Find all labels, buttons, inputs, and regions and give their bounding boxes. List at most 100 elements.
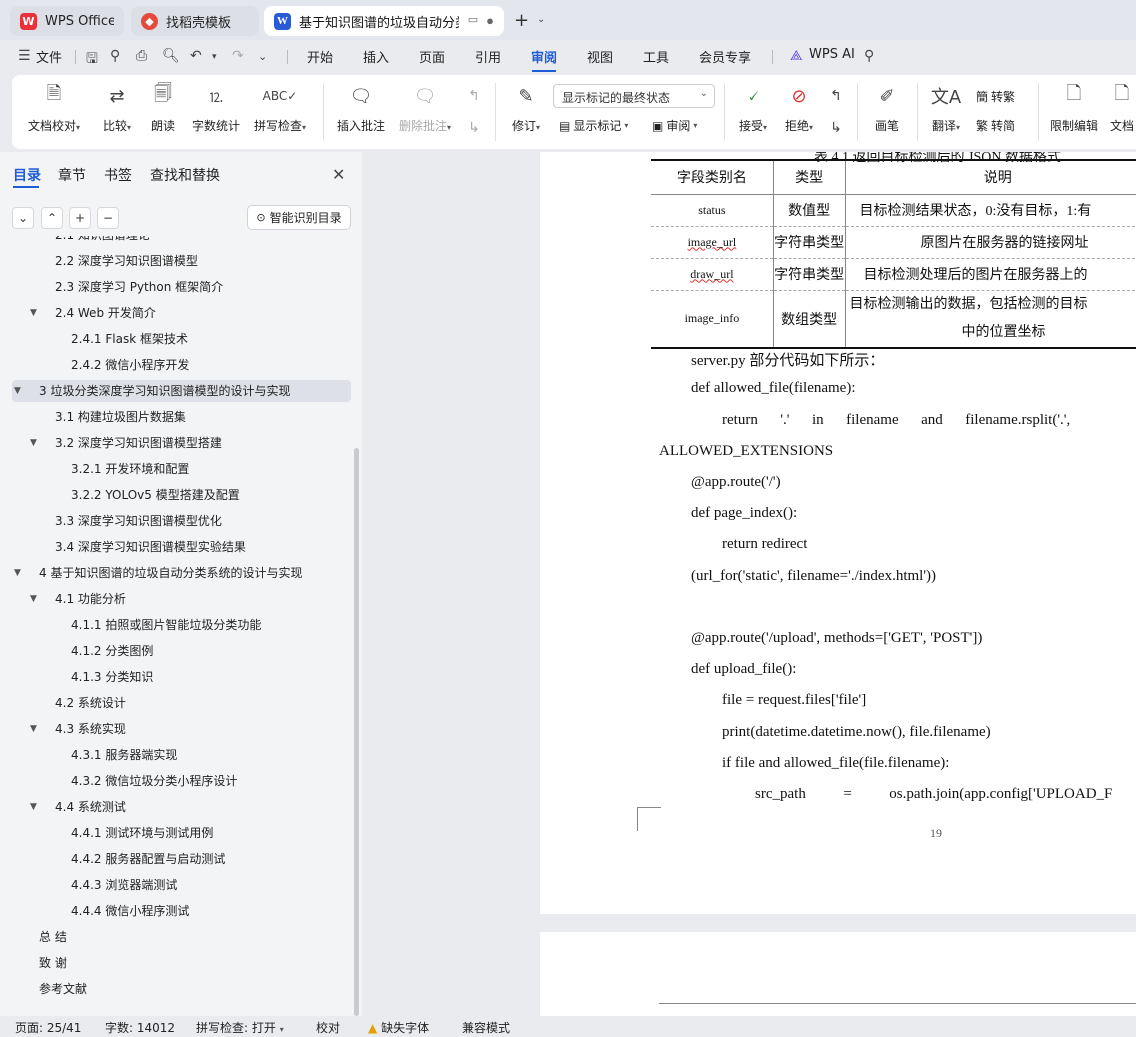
document-area[interactable]: 表 4.1 返回目标检测后的 JSON 数据格式 字段类别名 类型 说明 sta… — [362, 152, 1136, 1016]
remove-heading-icon[interactable]: − — [97, 207, 119, 229]
to-traditional-button[interactable]: 簡 转繁 — [976, 88, 1015, 105]
accept-button[interactable]: 🗸 接受▾ — [734, 83, 772, 134]
toc-item[interactable]: 2.2 深度学习知识图谱模型 — [12, 250, 351, 272]
page-indicator[interactable]: 页面: 25/41 — [15, 1019, 81, 1036]
expand-arrow-icon[interactable]: ▼ — [30, 796, 37, 818]
missing-font-status[interactable]: ▲ 缺失字体 — [368, 1019, 429, 1036]
toc-item[interactable]: 3.2.2 YOLOv5 模型搭建及配置 — [12, 484, 351, 506]
tab-wps-office[interactable]: W WPS Office — [10, 6, 124, 36]
more-chevron-icon[interactable]: ⌄ — [258, 50, 267, 63]
compare-button[interactable]: ⇄ 比较▾ — [96, 83, 138, 134]
toc-item[interactable]: 3.3 深度学习知识图谱模型优化 — [12, 510, 351, 532]
toc-item[interactable]: 致 谢 — [12, 952, 351, 974]
toc-item[interactable]: 4.1.2 分类图例 — [12, 640, 351, 662]
toc-item[interactable]: 4.4.1 测试环境与测试用例 — [12, 822, 351, 844]
nav-tab-sections[interactable]: 章节 — [58, 165, 86, 185]
tab-template[interactable]: ◆ 找稻壳模板 — [131, 6, 259, 36]
toc-item[interactable]: 4.2 系统设计 — [12, 692, 351, 714]
close-icon[interactable]: ✕ — [332, 165, 345, 184]
review-pane-button[interactable]: ▣ 审阅 ▾ — [652, 117, 697, 134]
json-format-table[interactable]: 字段类别名 类型 说明 status 数值型 目标检测结果状态，0:没有目标，1… — [651, 159, 1136, 349]
nav-tab-toc[interactable]: 目录 — [13, 165, 41, 185]
show-markup-button[interactable]: ▤ 显示标记 ▾ — [559, 117, 628, 134]
word-count-status[interactable]: 字数: 14012 — [105, 1019, 175, 1036]
new-tab-plus-icon[interactable]: + — [514, 10, 529, 31]
undo-icon[interactable]: ↶ — [190, 48, 202, 64]
prev-change-button[interactable]: ↰ — [824, 83, 848, 109]
prev-comment-button[interactable]: ↰ — [462, 83, 486, 109]
toc-item[interactable]: 3.4 深度学习知识图谱模型实验结果 — [12, 536, 351, 558]
markup-state-select[interactable]: 显示标记的最终状态 ⌄ — [553, 84, 715, 108]
delete-comment-button[interactable]: 🗨 删除批注▾ — [396, 83, 454, 134]
expand-arrow-icon[interactable]: ▼ — [30, 432, 37, 454]
smart-toc-button[interactable]: ⊙ 智能识别目录 — [247, 205, 351, 230]
add-heading-icon[interactable]: + — [69, 207, 91, 229]
toc-item[interactable]: 4.3.2 微信垃圾分类小程序设计 — [12, 770, 351, 792]
document-page-next[interactable] — [540, 932, 1136, 1016]
menu-wps-ai[interactable]: WPS AI — [809, 47, 855, 62]
toc-item[interactable]: ▼ 3 垃圾分类深度学习知识图谱模型的设计与实现 — [12, 380, 351, 402]
toc-item[interactable]: 4.4.2 服务器配置与启动测试 — [12, 848, 351, 870]
undo-dropdown-icon[interactable]: ▾ — [212, 52, 217, 62]
toc-item[interactable]: 总 结 — [12, 926, 351, 948]
tab-document[interactable]: W 基于知识图谱的垃圾自动分类 ▭ ● — [264, 6, 504, 36]
toc-item[interactable]: ▼ 3.2 深度学习知识图谱模型搭建 — [12, 432, 351, 454]
search-icon[interactable]: ⚲ — [864, 48, 874, 64]
toc-item[interactable]: 4.3.1 服务器端实现 — [12, 744, 351, 766]
word-count-button[interactable]: ⒓ 字数统计 — [190, 83, 242, 134]
menu-insert[interactable]: 插入 — [363, 47, 389, 66]
toc-item[interactable]: ▼ 4 基于知识图谱的垃圾自动分类系统的设计与实现 — [12, 562, 351, 584]
menu-page[interactable]: 页面 — [419, 47, 445, 66]
expand-up-icon[interactable]: ⌃ — [41, 207, 63, 229]
modified-dot-icon[interactable]: ● — [486, 13, 494, 29]
reject-button[interactable]: ⊘ 拒绝▾ — [780, 83, 818, 134]
toc-item[interactable]: 4.4.3 浏览器端测试 — [12, 874, 351, 896]
expand-arrow-icon[interactable]: ▼ — [14, 380, 21, 402]
toc-item[interactable]: ▼ 4.4 系统测试 — [12, 796, 351, 818]
hamburger-menu-icon[interactable]: ☰ — [18, 48, 31, 64]
tab-list-chevron-icon[interactable]: ⌄ — [537, 14, 545, 25]
next-comment-button[interactable]: ↳ — [462, 115, 486, 141]
toc-item[interactable]: 3.2.1 开发环境和配置 — [12, 458, 351, 480]
expand-arrow-icon[interactable]: ▼ — [30, 718, 37, 740]
print-icon[interactable]: ⎙ — [136, 48, 147, 64]
toc-item[interactable]: 2.1 知识图谱理论 — [12, 236, 351, 246]
menu-review[interactable]: 审阅 — [531, 47, 557, 66]
proofread-status[interactable]: 校对 — [316, 1019, 340, 1036]
document-more-button[interactable]: 🗋 文档 — [1108, 83, 1136, 134]
collapse-down-icon[interactable]: ⌄ — [12, 207, 34, 229]
spell-check-button[interactable]: ABC✓ 拼写检查▾ — [250, 83, 310, 134]
redo-icon[interactable]: ↷ — [232, 48, 244, 64]
toc-item[interactable]: ▼ 2.4 Web 开发简介 — [12, 302, 351, 324]
nav-tab-find-replace[interactable]: 查找和替换 — [150, 165, 220, 185]
read-aloud-button[interactable]: 🗐 朗读 — [148, 83, 178, 134]
toc-item[interactable]: 4.1.1 拍照或图片智能垃圾分类功能 — [12, 614, 351, 636]
save-icon[interactable]: 🖫 — [86, 48, 98, 72]
doc-proofread-button[interactable]: 🗎 文档校对▾ — [26, 83, 82, 134]
menu-tools[interactable]: 工具 — [643, 47, 669, 66]
expand-arrow-icon[interactable]: ▼ — [14, 562, 21, 584]
toc-item[interactable]: 2.4.1 Flask 框架技术 — [12, 328, 351, 350]
toc-item[interactable]: ▼ 4.1 功能分析 — [12, 588, 351, 610]
wps-ai-icon[interactable]: ⟁ — [790, 48, 803, 64]
nav-tab-bookmarks[interactable]: 书签 — [104, 165, 132, 185]
revise-button[interactable]: ✎ 修订▾ — [506, 83, 546, 134]
menu-reference[interactable]: 引用 — [475, 47, 501, 66]
menu-file[interactable]: 文件 — [36, 47, 62, 66]
toc-item[interactable]: ▼ 4.3 系统实现 — [12, 718, 351, 740]
menu-view[interactable]: 视图 — [587, 47, 613, 66]
insert-comment-button[interactable]: 🗨 插入批注 — [336, 83, 386, 134]
translate-button[interactable]: 文A 翻译▾ — [926, 83, 966, 134]
toc-item[interactable]: 3.1 构建垃圾图片数据集 — [12, 406, 351, 428]
pen-button[interactable]: ✐ 画笔 — [870, 83, 904, 134]
restrict-edit-button[interactable]: 🗋 限制编辑 — [1048, 83, 1100, 134]
menu-start[interactable]: 开始 — [307, 47, 333, 66]
toc-item[interactable]: 2.3 深度学习 Python 框架简介 — [12, 276, 351, 298]
next-change-button[interactable]: ↳ — [824, 115, 848, 141]
menu-member[interactable]: 会员专享 — [699, 47, 751, 66]
print-preview-icon[interactable]: 🔍︎ — [162, 48, 180, 64]
toc-item[interactable]: 2.4.2 微信小程序开发 — [12, 354, 351, 376]
nav-scrollbar[interactable] — [354, 448, 359, 1016]
document-page[interactable]: 表 4.1 返回目标检测后的 JSON 数据格式 字段类别名 类型 说明 sta… — [540, 152, 1136, 914]
expand-arrow-icon[interactable]: ▼ — [30, 588, 37, 610]
